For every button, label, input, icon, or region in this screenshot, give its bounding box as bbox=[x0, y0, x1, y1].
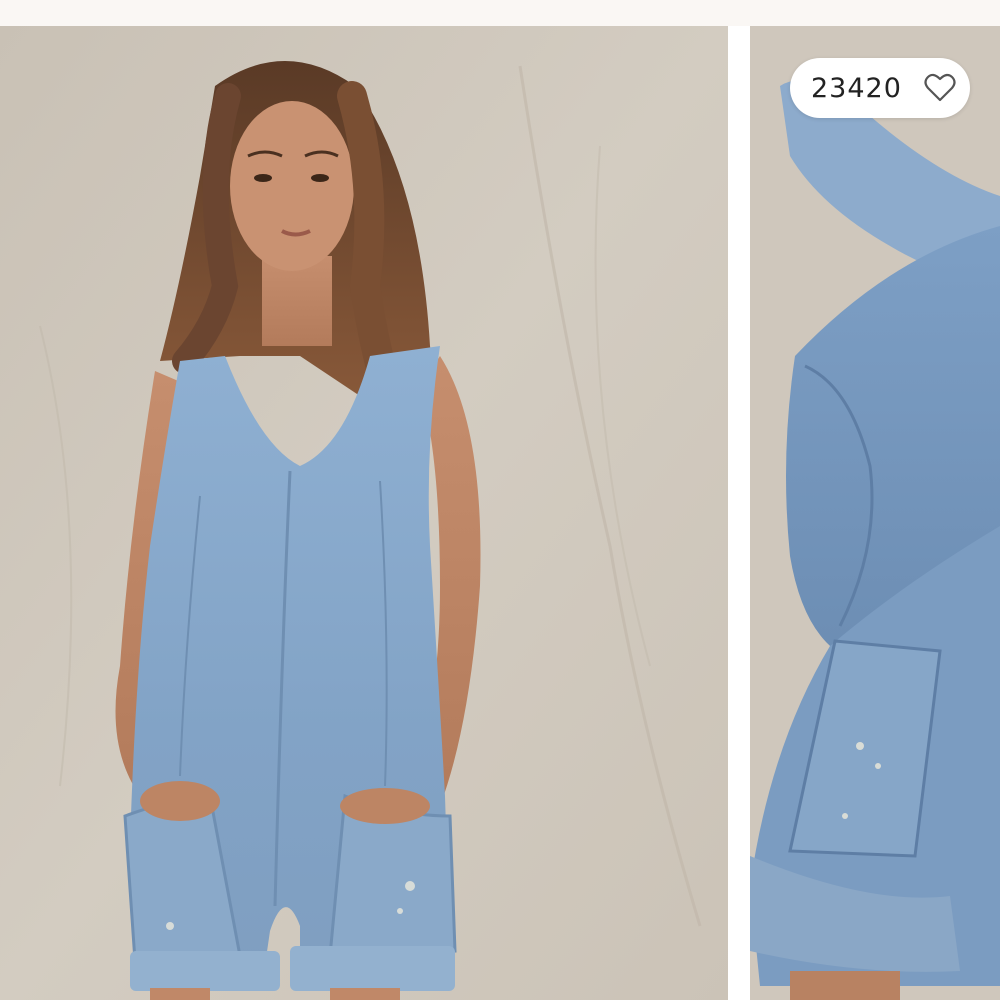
product-image-main[interactable] bbox=[0, 26, 728, 1000]
like-count: 23420 bbox=[811, 72, 902, 104]
product-photo-model-front bbox=[0, 26, 728, 1000]
like-button[interactable]: 23420 bbox=[790, 58, 970, 118]
top-strip bbox=[0, 0, 1000, 26]
product-image-secondary[interactable] bbox=[750, 26, 1000, 1000]
product-image-gallery[interactable] bbox=[0, 26, 1000, 1000]
product-photo-detail-side bbox=[750, 26, 1000, 1000]
heart-outline-icon[interactable] bbox=[924, 73, 956, 103]
